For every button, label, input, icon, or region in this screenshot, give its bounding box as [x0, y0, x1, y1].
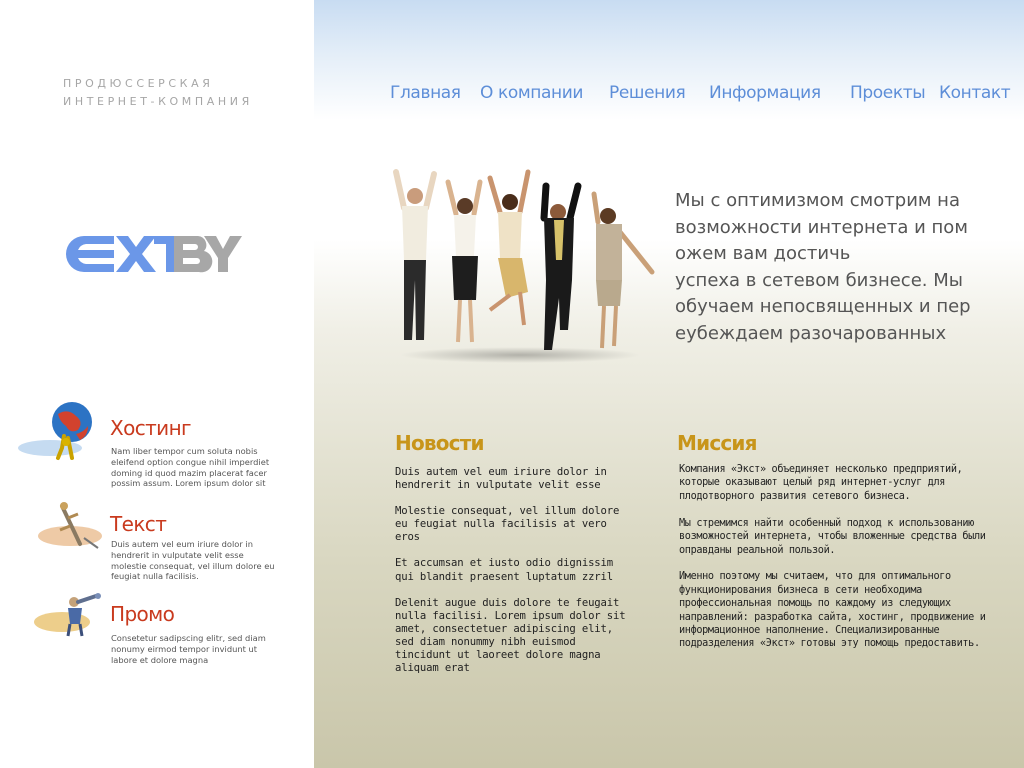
- company-logo[interactable]: [66, 234, 242, 274]
- intro-line: Мы с оптимизмом смотрим на: [675, 190, 960, 211]
- intro-line: ожем вам достичь: [675, 243, 851, 264]
- mission-paragraph: Компания «Экст» объединяет несколько пре…: [679, 464, 963, 502]
- nav-item-about[interactable]: О компании: [480, 83, 583, 103]
- service-description: Nam liber tempor cum soluta nobis eleife…: [111, 446, 270, 489]
- service-description: Consetetur sadipscing elitr, sed diam no…: [111, 633, 266, 665]
- service-title[interactable]: Хостинг: [110, 416, 192, 440]
- nav-item-projects[interactable]: Проекты: [850, 83, 926, 103]
- intro-line: возможности интернета и пом: [675, 216, 968, 238]
- globe-carrier-icon: [18, 402, 92, 460]
- news-item: Molestie consequat, vel illum dolore eu …: [395, 505, 620, 544]
- mission-paragraph: Именно поэтому мы считаем, что для оптим…: [679, 571, 986, 650]
- mission-text: Компания «Экст» объединяет несколько пре…: [679, 463, 999, 664]
- service-description: Duis autem vel eum iriure dolor in hendr…: [111, 539, 275, 582]
- writer-figure-icon: [38, 502, 102, 549]
- nav-item-information[interactable]: Информация: [709, 83, 821, 103]
- intro-line: еубеждаем разочарованных: [675, 322, 947, 344]
- intro-text: Мы с оптимизмом смотрим на возможности и…: [675, 188, 1000, 347]
- nav-item-solutions[interactable]: Решения: [609, 83, 686, 103]
- news-item: Delenit augue duis dolore te feugait nul…: [395, 596, 626, 675]
- intro-line: обучаем непосвященных и пер: [675, 296, 971, 317]
- news-list: Duis autem vel eum iriure dolor in hendr…: [395, 466, 635, 688]
- logo-ext-mark: [66, 236, 190, 272]
- news-item: Duis autem vel eum iriure dolor in hendr…: [395, 466, 607, 492]
- service-promo[interactable]: Промо Consetetur sadipscing elitr, sed d…: [0, 588, 300, 678]
- main-nav: Главная О компании Решения Информация Пр…: [0, 83, 1024, 107]
- nav-item-contact[interactable]: Контакт: [939, 83, 1011, 103]
- intro-line: успеха в сетевом бизнесе. Мы: [675, 269, 963, 291]
- news-item: Et accumsan et iusto odio dignissim qui …: [395, 557, 613, 583]
- service-title[interactable]: Текст: [110, 512, 167, 536]
- logo-by-mark: [174, 236, 242, 273]
- nav-item-home[interactable]: Главная: [390, 83, 461, 103]
- service-title[interactable]: Промо: [110, 602, 175, 626]
- service-hosting[interactable]: Хостинг Nam liber tempor cum soluta nobi…: [0, 398, 300, 493]
- team-jumping-photo: [393, 169, 655, 363]
- mission-title: Миссия: [677, 431, 757, 455]
- news-title: Новости: [395, 431, 485, 455]
- telescope-figure-icon: [34, 593, 101, 637]
- mission-paragraph: Мы стремимся найти особенный подход к ис…: [679, 517, 986, 556]
- service-text[interactable]: Текст Duis autem vel eum iriure dolor in…: [0, 494, 300, 584]
